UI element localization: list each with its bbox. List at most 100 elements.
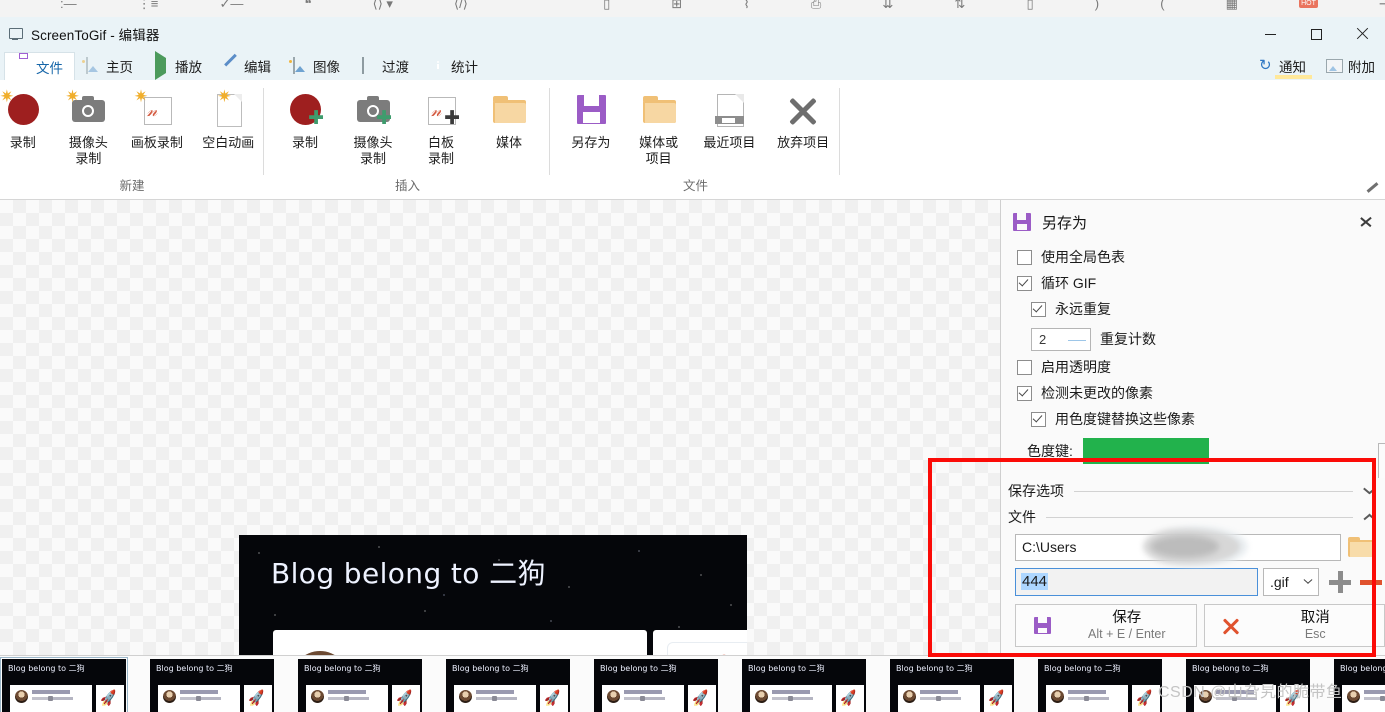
checkbox[interactable]: [1031, 411, 1046, 427]
tab-attachment[interactable]: 附加: [1316, 51, 1385, 80]
filmstrip-frame[interactable]: Blog belong to 二狗 🚀: [1038, 659, 1162, 712]
chevron-up-icon[interactable]: [1363, 510, 1377, 524]
option-global-color-table[interactable]: 使用全局色表: [1001, 244, 1385, 270]
maximize-button[interactable]: [1293, 17, 1339, 51]
bg-toolbar-glyph[interactable]: ⋮≡: [138, 0, 159, 11]
file-name-input[interactable]: 444: [1015, 568, 1258, 596]
bg-toolbar-glyph[interactable]: ): [1095, 0, 1099, 11]
bg-toolbar-glyph[interactable]: :—: [60, 0, 77, 11]
ribbon-new-blank[interactable]: ✷ 空白动画: [193, 86, 264, 151]
ribbon-insert-media[interactable]: 媒体: [475, 86, 543, 151]
ribbon-new-board[interactable]: 𝓃 ✷ 画板录制: [121, 86, 192, 151]
frame-title: Blog belong to 二狗: [1340, 664, 1385, 673]
option-enable-transparency[interactable]: 启用透明度: [1001, 354, 1385, 380]
ribbon-open-media[interactable]: 媒体或 项目: [625, 86, 693, 167]
bg-toolbar-glyph[interactable]: ⇥: [1379, 0, 1385, 11]
minus-icon[interactable]: [1360, 579, 1382, 585]
ribbon-insert-board[interactable]: 𝓃 ✚ 白板 录制: [407, 86, 475, 167]
tab-playback-label: 播放: [175, 59, 202, 75]
filmstrip-frame[interactable]: Blog belong to 二狗 🚀: [594, 659, 718, 712]
tab-playback[interactable]: 播放: [144, 51, 213, 80]
filmstrip-frame[interactable]: Blog belong to 二狗 🚀: [150, 659, 274, 712]
ribbon-recent[interactable]: 最近项目: [693, 86, 767, 151]
folder-open-icon[interactable]: [1348, 536, 1374, 560]
bg-toolbar-glyph[interactable]: ⌒: [529, 0, 542, 11]
ribbon-new-record[interactable]: ✷ 录制: [0, 86, 56, 151]
frame-header: Blog belong to 二狗: [1038, 659, 1162, 681]
bg-toolbar-glyph[interactable]: ❝: [305, 0, 312, 11]
checkbox[interactable]: [1017, 249, 1032, 265]
close-button[interactable]: [1339, 17, 1385, 51]
bg-toolbar-glyph[interactable]: (: [1160, 0, 1164, 11]
tab-transition[interactable]: 过渡: [351, 51, 420, 80]
frame-header: Blog belong to 二狗: [298, 659, 422, 681]
folder-icon: [488, 90, 530, 130]
option-detect-unchanged-pixels[interactable]: 检测未更改的像素: [1001, 380, 1385, 406]
ribbon-save-as[interactable]: 另存为: [557, 86, 625, 151]
tab-notification-label: 通知: [1279, 59, 1306, 75]
option-repeat-forever[interactable]: 永远重复: [1001, 296, 1385, 322]
tab-edit[interactable]: 编辑: [213, 51, 282, 80]
save-purple-icon: [1013, 213, 1031, 231]
frame-age-line: [1364, 697, 1380, 700]
ribbon-recent-label: 最近项目: [703, 135, 756, 150]
chevron-down-icon[interactable]: [1363, 484, 1377, 498]
repeat-count-input[interactable]: 2: [1031, 327, 1091, 351]
tab-home[interactable]: 主页: [75, 51, 144, 80]
action-button-row: 保存 Alt + E / Enter 取消 Esc: [1001, 604, 1385, 647]
preview-profile-card: 山旮旯的脆带鱼 码龄3年 暂无认证: [273, 630, 647, 655]
ribbon-insert-record[interactable]: ✚ 录制: [271, 86, 339, 151]
plus-icon[interactable]: [1329, 571, 1351, 593]
filmstrip-frame[interactable]: Blog belong to 二狗 🚀: [742, 659, 866, 712]
checkbox[interactable]: [1017, 385, 1032, 401]
filmstrip-frame[interactable]: Blog belong to 二狗 🚀: [890, 659, 1014, 712]
bg-toolbar-glyph[interactable]: ⎙: [811, 0, 821, 11]
bg-toolbar-glyph[interactable]: ▯: [603, 0, 610, 11]
bg-toolbar-glyph[interactable]: ✓—: [219, 0, 243, 11]
checkbox[interactable]: [1031, 301, 1046, 317]
option-replace-with-chroma-key[interactable]: 用色度键替换这些像素: [1001, 406, 1385, 432]
ribbon-group-insert: ✚ 录制 ✚ 摄像头 录制 𝓃 ✚ 白板 录制 媒体 插入: [265, 80, 550, 199]
bg-toolbar-glyph[interactable]: ⌇: [743, 0, 749, 11]
ribbon-new-webcam[interactable]: ✷ 摄像头 录制: [56, 86, 122, 167]
save-button[interactable]: 保存 Alt + E / Enter: [1015, 604, 1197, 647]
filmstrip-frame[interactable]: Blog belong to 二狗 🚀: [0, 657, 128, 712]
avatar: [163, 690, 176, 703]
chroma-key-swatch[interactable]: [1082, 438, 1209, 464]
ribbon-expand-icon[interactable]: [1365, 182, 1379, 196]
bg-toolbar-glyph[interactable]: ⇅: [954, 0, 965, 11]
ribbon-insert-webcam[interactable]: ✚ 摄像头 录制: [339, 86, 407, 167]
bg-toolbar-glyph[interactable]: ▯: [1026, 0, 1033, 11]
ribbon-discard[interactable]: 放弃项目: [766, 86, 840, 151]
save-button-label: 保存: [1112, 609, 1142, 626]
bg-toolbar-glyph[interactable]: ⟨/⟩: [454, 0, 468, 11]
option-loop-gif[interactable]: 循环 GIF: [1001, 270, 1385, 296]
bg-toolbar-glyph[interactable]: HOT: [1299, 0, 1318, 8]
cancel-button[interactable]: 取消 Esc: [1203, 604, 1385, 647]
bg-toolbar-glyph[interactable]: ⟨⟩ ▾: [373, 0, 393, 11]
tab-image[interactable]: 图像: [282, 51, 351, 80]
section-save-options[interactable]: 保存选项: [1001, 478, 1385, 504]
avatar: [311, 690, 324, 703]
bg-toolbar-glyph[interactable]: ⇊: [882, 0, 893, 11]
ribbon-insert-media-label: 媒体: [495, 135, 522, 150]
ribbon-group-file-title: 文件: [682, 179, 708, 193]
frame-title: Blog belong to 二狗: [600, 664, 677, 673]
recent-icon: [708, 90, 750, 130]
filmstrip-frame[interactable]: Blog belong to 二狗 🚀: [446, 659, 570, 712]
bg-toolbar-glyph[interactable]: ⊞: [671, 0, 682, 11]
tab-notification[interactable]: ↻ 通知: [1249, 51, 1316, 80]
open-media-icon: [638, 90, 680, 130]
minimize-button[interactable]: [1247, 17, 1293, 51]
checkbox[interactable]: [1017, 359, 1032, 375]
tab-file[interactable]: 文件: [4, 52, 75, 81]
chevron-right-icon[interactable]: [1357, 212, 1375, 230]
refresh-icon: ↻: [1259, 57, 1272, 74]
file-extension-select[interactable]: .gif: [1263, 568, 1319, 596]
rocket-icon: 🚀: [838, 688, 859, 708]
bg-toolbar-glyph[interactable]: ▦: [1226, 0, 1238, 11]
checkbox[interactable]: [1017, 275, 1032, 291]
option-label: 使用全局色表: [1041, 249, 1125, 265]
tab-statistics[interactable]: 统计: [420, 51, 489, 80]
filmstrip-frame[interactable]: Blog belong to 二狗 🚀: [298, 659, 422, 712]
